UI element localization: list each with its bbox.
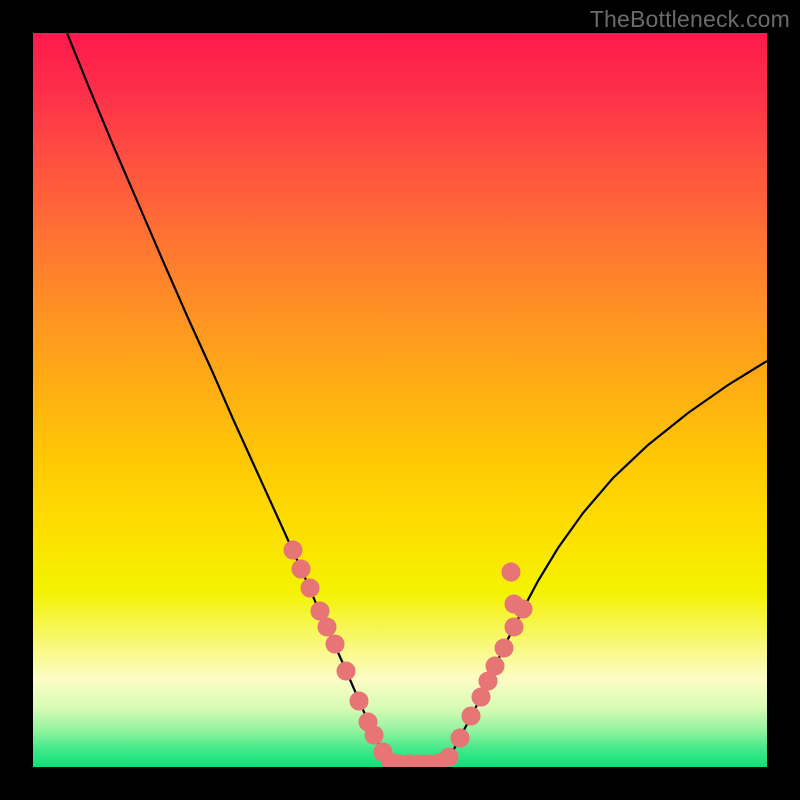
highlight-dot — [350, 692, 368, 710]
highlight-dot — [318, 618, 336, 636]
curve-svg — [33, 33, 767, 767]
highlight-dot — [301, 579, 319, 597]
right-curve-path — [445, 361, 767, 763]
highlight-dot — [486, 657, 504, 675]
watermark-text: TheBottleneck.com — [590, 6, 790, 33]
highlight-dot — [514, 600, 532, 618]
highlight-dot — [462, 707, 480, 725]
highlight-dot — [451, 729, 469, 747]
chart-frame: TheBottleneck.com — [0, 0, 800, 800]
highlight-dot — [326, 635, 344, 653]
plot-area — [33, 33, 767, 767]
highlight-dot — [337, 662, 355, 680]
highlight-dot — [284, 541, 302, 559]
highlight-dot — [311, 602, 329, 620]
highlight-dot — [505, 618, 523, 636]
highlight-dot — [365, 726, 383, 744]
highlight-dot — [502, 563, 520, 581]
left-curve-path — [67, 33, 389, 763]
highlight-dot — [292, 560, 310, 578]
highlight-dot — [495, 639, 513, 657]
highlight-dot — [440, 748, 458, 766]
highlight-dot — [472, 688, 490, 706]
highlight-dots-group — [284, 541, 532, 767]
